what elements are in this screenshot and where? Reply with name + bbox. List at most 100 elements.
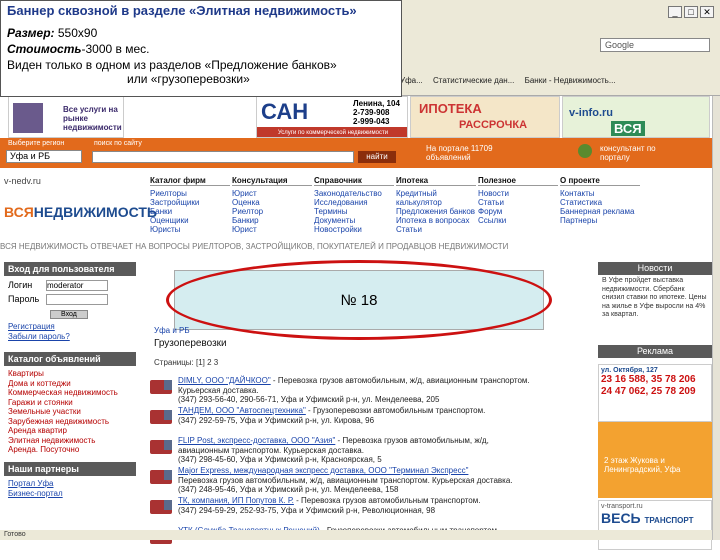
menu-item[interactable]: Банкир: [232, 216, 312, 225]
menu-item[interactable]: Статьи: [396, 225, 476, 234]
orange-ad[interactable]: 2 этаж Жукова и Ленинградский, Уфа: [598, 422, 712, 498]
menu-heading[interactable]: О проекте: [560, 176, 640, 186]
menu-item[interactable]: Оценщики: [150, 216, 230, 225]
listing-item: ТАНДЕМ, ООО "Автоспецтехника" - Грузопер…: [150, 406, 590, 440]
bookmark-item[interactable]: Статистические дан...: [433, 76, 514, 85]
minimize-button[interactable]: _: [668, 6, 682, 18]
services-banner[interactable]: Все услуги на рынке недвижимости: [8, 96, 124, 138]
listing-description: - Перевозка грузов автомобильным транспо…: [293, 496, 481, 505]
note-size: Размер: 550х90: [7, 26, 98, 40]
menu-item[interactable]: Новости: [478, 189, 558, 198]
listing-company-link[interactable]: ТК, компания, ИП Попутов К. Р.: [178, 496, 294, 505]
catalog-item[interactable]: Земельные участки: [8, 407, 132, 417]
menu-heading[interactable]: Справочник: [314, 176, 394, 186]
partner-link[interactable]: Бизнес-портал: [8, 489, 132, 499]
menu-item[interactable]: Ипотека в вопросах: [396, 216, 476, 225]
breadcrumb[interactable]: Уфа и РБ: [154, 326, 190, 335]
find-button[interactable]: найти: [358, 151, 396, 163]
menu-heading[interactable]: Ипотека: [396, 176, 476, 186]
vinfo-title: v-info.ru: [569, 107, 613, 119]
region-select[interactable]: Уфа и РБ: [6, 150, 82, 163]
news-text[interactable]: В Уфе пройдет выставка недвижимости. Сбе…: [598, 275, 712, 345]
menu-item[interactable]: Законодательство: [314, 189, 394, 198]
menu-column: Полезное Новости Статьи Форум Ссылки: [478, 176, 558, 225]
catalog-item[interactable]: Аренда. Посуточно: [8, 445, 132, 455]
san-banner[interactable]: САН Ленина, 104 2-739-908 2-999-043 Услуги…: [256, 96, 408, 138]
menu-item[interactable]: Юристы: [150, 225, 230, 234]
site-search-input[interactable]: [92, 151, 354, 163]
listing-item: Major Express, международная экспресс до…: [150, 466, 590, 500]
menu-item[interactable]: Исследования: [314, 198, 394, 207]
note-visibility-cont: или «грузоперевозки»: [127, 72, 250, 86]
listing-description: - Грузоперевозки автомобильным транспорт…: [305, 406, 486, 415]
catalog-item[interactable]: Зарубежная недвижимость: [8, 417, 132, 427]
note-title: Баннер сквозной в разделе «Элитная недви…: [7, 3, 357, 18]
listing-company-link[interactable]: Major Express, международная экспресс до…: [178, 466, 468, 475]
menu-item[interactable]: Банки: [150, 207, 230, 216]
catalog-item[interactable]: Аренда квартир: [8, 426, 132, 436]
menu-item[interactable]: Партнеры: [560, 216, 640, 225]
menu-item[interactable]: Документы: [314, 216, 394, 225]
menu-heading[interactable]: Каталог фирм: [150, 176, 230, 186]
catalog-item[interactable]: Квартиры: [8, 369, 132, 379]
menu-item[interactable]: Риелтор: [232, 207, 312, 216]
menu-item[interactable]: Контакты: [560, 189, 640, 198]
close-button[interactable]: ✕: [700, 6, 714, 18]
transport-ad[interactable]: v-transport.ru ВЕСЬ ТРАНСПОРТ: [598, 500, 712, 550]
status-bar: Готово: [0, 530, 712, 540]
ipoteka-banner[interactable]: ИПОТЕКА РАССРОЧКА: [410, 96, 560, 138]
listing-text: DIMLY, ООО "ДАЙЧКОО" - Перевозка грузов …: [178, 376, 588, 405]
listing-company-link[interactable]: FLIP Post, экспресс-доставка, ООО "Азия": [178, 436, 335, 445]
bookmark-item[interactable]: Уфа...: [400, 76, 423, 85]
bookmark-item[interactable]: Банки - Недвижимость...: [525, 76, 616, 85]
catalog-item[interactable]: Дома и коттеджи: [8, 379, 132, 389]
register-link[interactable]: Регистрация: [8, 322, 132, 332]
site-logo[interactable]: v-nedv.ru ВСЯНЕДВИЖИМОСТЬ: [4, 176, 157, 232]
menu-item[interactable]: Оценка: [232, 198, 312, 207]
menu-item[interactable]: Юрист: [232, 189, 312, 198]
section-title: Грузоперевозки: [154, 338, 227, 349]
pagination[interactable]: Страницы: [1] 2 3: [154, 358, 218, 367]
menu-column: Справочник Законодательство Исследования Те…: [314, 176, 394, 234]
consultant-link[interactable]: консультант по порталу: [600, 144, 670, 162]
menu-item[interactable]: Форум: [478, 207, 558, 216]
menu-item[interactable]: Кредитный калькулятор: [396, 189, 476, 207]
login-input[interactable]: moderator: [46, 280, 108, 292]
menu-item[interactable]: Застройщики: [150, 198, 230, 207]
password-input[interactable]: [46, 294, 108, 306]
menu-item[interactable]: Новостройки: [314, 225, 394, 234]
menu-item[interactable]: Статистика: [560, 198, 640, 207]
listing-contacts: (347) 298-45-60, Уфа и Уфимский р-н, Кра…: [178, 455, 382, 464]
catalog-item[interactable]: Элитная недвижимость: [8, 436, 132, 446]
menu-heading[interactable]: Полезное: [478, 176, 558, 186]
address-ad[interactable]: ул. Октября, 127 23 16 588, 35 78 206 24…: [598, 364, 712, 422]
top-menu: Каталог фирм Риелторы Застройщики Банки Оцен…: [150, 176, 710, 236]
listing-company-link[interactable]: DIMLY, ООО "ДАЙЧКОО": [178, 376, 271, 385]
login-label: Логин: [8, 280, 33, 290]
menu-item[interactable]: Юрист: [232, 225, 312, 234]
menu-item[interactable]: Статьи: [478, 198, 558, 207]
menu-heading[interactable]: Консультация: [232, 176, 312, 186]
forgot-password-link[interactable]: Забыли пароль?: [8, 332, 132, 342]
main-content: № 18 Уфа и РБ Грузоперевозки Страницы: […: [146, 260, 596, 544]
listing-item: ТК, компания, ИП Попутов К. Р. - Перевоз…: [150, 496, 590, 530]
san-subtitle: Услуги по коммерческой недвижимости: [257, 127, 407, 137]
menu-item[interactable]: Термины: [314, 207, 394, 216]
catalog-item[interactable]: Гаражи и стоянки: [8, 398, 132, 408]
browser-search-input[interactable]: Google: [600, 38, 710, 52]
ad-address: ул. Октября, 127: [601, 367, 658, 374]
right-column: Новости В Уфе пройдет выставка недвижимо…: [598, 262, 712, 550]
listing-description: - Перевозка грузов автомобильным, ж/д, а…: [270, 376, 530, 385]
maximize-button[interactable]: □: [684, 6, 698, 18]
ads-count: На портале 11709 объявлений: [426, 144, 493, 162]
menu-item[interactable]: Предложения банков: [396, 207, 476, 216]
catalog-item[interactable]: Коммерческая недвижимость: [8, 388, 132, 398]
login-button[interactable]: Вход: [50, 310, 88, 320]
menu-item[interactable]: Ссылки: [478, 216, 558, 225]
menu-item[interactable]: Баннерная реклама: [560, 207, 640, 216]
menu-item[interactable]: Риелторы: [150, 189, 230, 198]
listing-company-link[interactable]: ТАНДЕМ, ООО "Автоспецтехника": [178, 406, 306, 415]
vinfo-banner[interactable]: v-info.ru ВСЯ: [562, 96, 710, 138]
scrollbar[interactable]: [712, 96, 720, 540]
partner-link[interactable]: Портал Уфа: [8, 479, 132, 489]
